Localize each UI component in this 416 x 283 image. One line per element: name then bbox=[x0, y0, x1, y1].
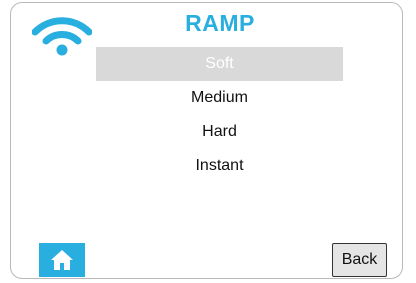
home-button[interactable] bbox=[39, 243, 85, 277]
wifi-icon bbox=[32, 17, 92, 56]
menu-item-hard[interactable]: Hard bbox=[96, 115, 343, 149]
back-button[interactable]: Back bbox=[332, 243, 387, 277]
menu-item-soft[interactable]: Soft bbox=[96, 47, 343, 81]
page-title: RAMP bbox=[185, 10, 255, 36]
menu-item-instant[interactable]: Instant bbox=[96, 149, 343, 183]
ramp-menu: Soft Medium Hard Instant bbox=[96, 47, 343, 183]
home-icon bbox=[51, 250, 73, 270]
menu-item-medium[interactable]: Medium bbox=[96, 81, 343, 115]
